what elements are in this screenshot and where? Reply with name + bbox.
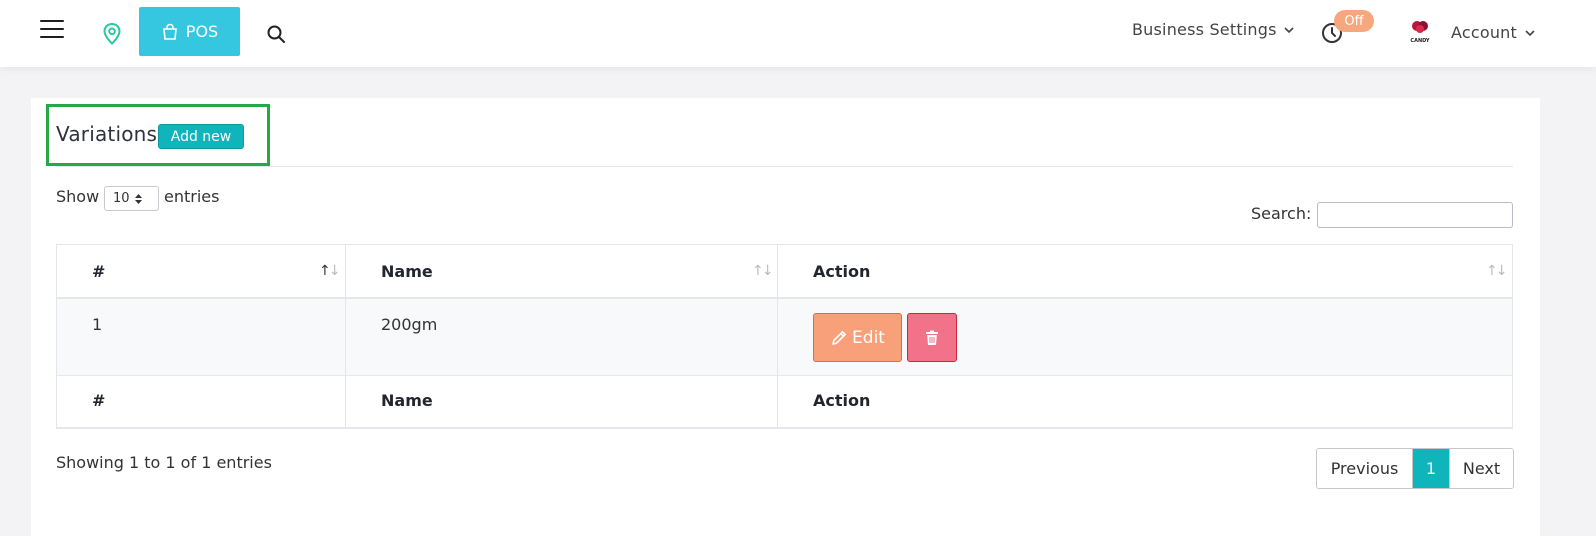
select-arrows-icon — [134, 193, 142, 204]
table-footer-row: # Name Action — [57, 376, 1512, 428]
footer-cell-name: Name — [346, 376, 778, 428]
search-icon[interactable] — [266, 24, 286, 44]
page-title: Variations — [56, 122, 158, 146]
table-header-row: # ↑↓ Name ↑↓ Action ↑↓ — [57, 245, 1512, 299]
entries-value: 10 — [113, 191, 130, 206]
account-label: Account — [1451, 23, 1518, 42]
footer-cell-index: # — [57, 376, 346, 428]
chevron-down-icon — [1284, 26, 1294, 33]
previous-page-button[interactable]: Previous — [1317, 449, 1413, 488]
logo-text: CANDY — [1410, 38, 1430, 44]
footer-cell-action: Action — [778, 376, 1512, 428]
show-label: Show — [56, 187, 100, 206]
delete-button[interactable] — [907, 313, 957, 362]
sort-icon[interactable]: ↑↓ — [319, 263, 341, 279]
row-name: 200gm — [381, 315, 438, 334]
column-header-label: Action — [813, 262, 871, 281]
next-page-button[interactable]: Next — [1449, 449, 1513, 488]
row-index: 1 — [92, 315, 103, 334]
sort-icon[interactable]: ↑↓ — [1486, 263, 1508, 279]
pencil-icon — [832, 330, 847, 345]
entries-select[interactable]: 10 — [104, 186, 159, 211]
page-number-button[interactable]: 1 — [1413, 449, 1449, 488]
trash-icon — [926, 330, 938, 345]
pos-label: POS — [185, 22, 219, 41]
edit-label: Edit — [852, 327, 885, 348]
footer-label: Name — [381, 391, 433, 410]
search-label: Search: — [1251, 204, 1312, 223]
divider — [56, 166, 1513, 167]
pagination: Previous 1 Next — [1316, 448, 1514, 489]
brand-logo: CANDY — [1410, 21, 1430, 44]
edit-button[interactable]: Edit — [813, 313, 902, 362]
entries-label: entries — [164, 187, 220, 206]
column-header-label: Name — [381, 262, 433, 281]
search-input[interactable] — [1317, 202, 1513, 228]
chevron-down-icon — [1525, 29, 1535, 36]
column-header-action[interactable]: Action ↑↓ — [778, 245, 1512, 297]
column-header-name[interactable]: Name ↑↓ — [346, 245, 778, 297]
hamburger-icon[interactable] — [40, 20, 65, 40]
business-settings-label: Business Settings — [1132, 20, 1277, 39]
pos-button[interactable]: POS — [139, 7, 240, 56]
map-pin-icon[interactable] — [102, 22, 122, 46]
cell-index: 1 — [57, 299, 346, 375]
business-settings-dropdown[interactable]: Business Settings — [1132, 20, 1295, 39]
footer-label: Action — [813, 391, 871, 410]
table-info: Showing 1 to 1 of 1 entries — [56, 453, 272, 472]
account-dropdown[interactable]: Account — [1451, 23, 1536, 42]
cell-name: 200gm — [346, 299, 778, 375]
footer-label: # — [92, 391, 106, 410]
add-new-button[interactable]: Add new — [158, 124, 244, 149]
status-badge[interactable]: Off — [1334, 10, 1374, 32]
column-header-index[interactable]: # ↑↓ — [57, 245, 346, 297]
column-header-label: # — [92, 262, 106, 281]
shopping-bag-icon — [162, 23, 177, 40]
variations-table: # ↑↓ Name ↑↓ Action ↑↓ 1 200gm Edit # Na… — [56, 244, 1513, 429]
top-navbar: POS Business Settings Off CANDY Account — [0, 0, 1596, 67]
sort-icon[interactable]: ↑↓ — [752, 263, 774, 279]
table-row: 1 200gm Edit — [57, 299, 1512, 376]
cell-action: Edit — [778, 299, 1512, 375]
